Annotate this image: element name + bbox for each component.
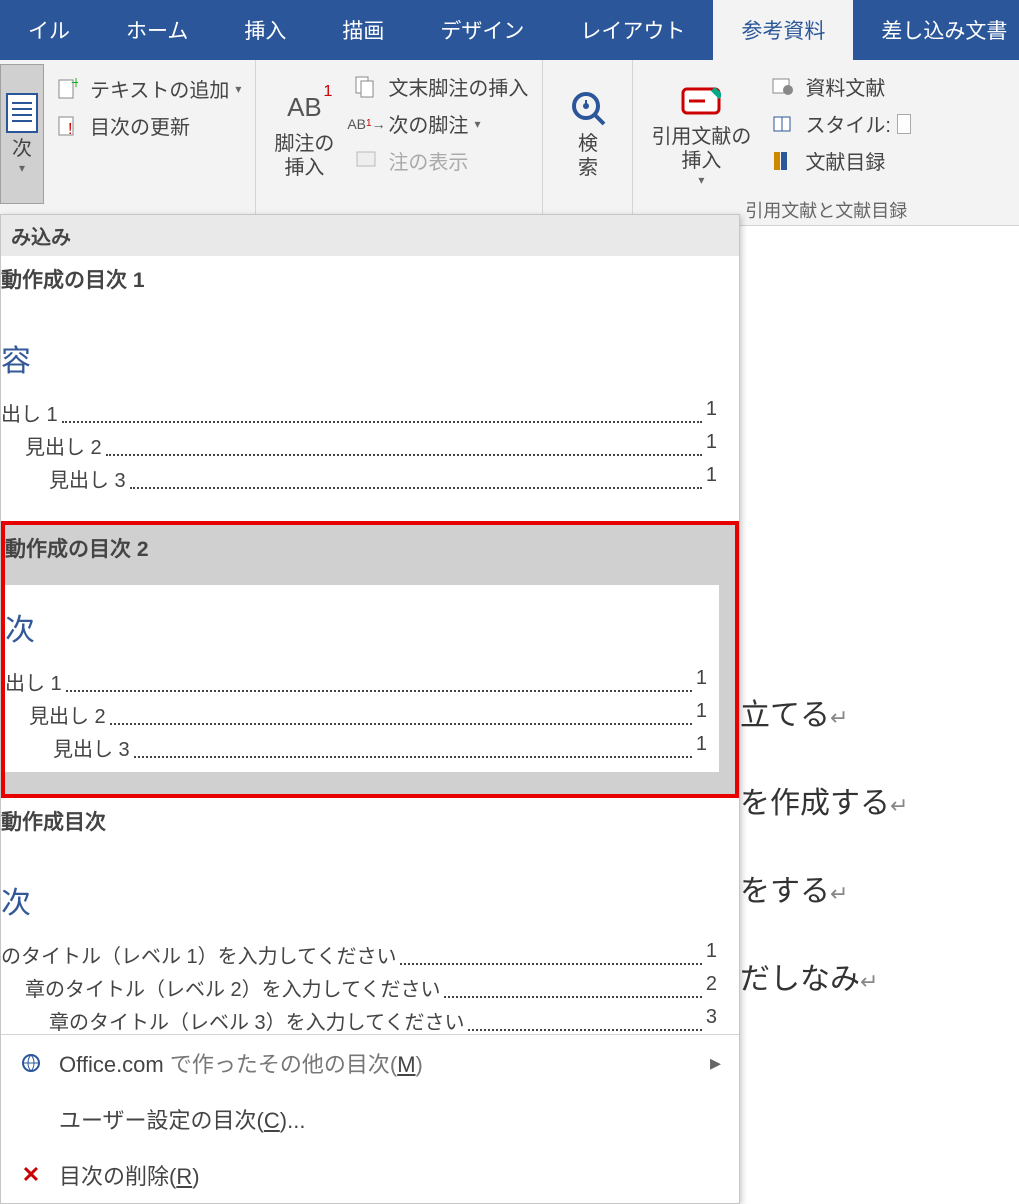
return-mark-icon: ↵ — [860, 969, 878, 994]
toc-preview-row: 章のタイトル（レベル 2）を入力してください2 — [1, 973, 717, 1002]
manage-sources-label: 資料文献 — [805, 72, 885, 101]
gallery-item-title: 動作成の目次 1 — [1, 264, 729, 294]
menu-custom-toc[interactable]: ユーザー設定の目次(C)... — [1, 1091, 739, 1147]
tab-layout[interactable]: レイアウト — [552, 0, 713, 60]
style-value-box[interactable] — [897, 114, 911, 134]
show-notes-button: 注の表示 — [348, 142, 534, 179]
doc-line: をする↵ — [740, 866, 1019, 910]
doc-line: を作成する↵ — [740, 778, 1019, 822]
remove-icon: ✕ — [19, 1162, 43, 1188]
insert-citation-button[interactable]: 引用文献の 挿入 ▾ — [641, 64, 761, 204]
insert-endnote-button[interactable]: 文末脚注の挿入 — [348, 68, 534, 105]
manage-sources-icon — [771, 75, 795, 99]
gallery-item-title: 動作成の目次 2 — [5, 533, 725, 563]
gallery-header-builtin: み込み — [1, 215, 739, 256]
tab-home[interactable]: ホーム — [98, 0, 216, 60]
bibliography-icon — [771, 149, 795, 173]
toc-preview-row: 見出し 21 — [1, 431, 717, 460]
group-citations: 引用文献の 挿入 ▾ 資料文献 スタイル: — [633, 60, 1019, 225]
chevron-down-icon: ▾ — [235, 82, 241, 96]
submenu-arrow-icon: ▸ — [710, 1050, 721, 1076]
return-mark-icon: ↵ — [830, 705, 848, 730]
show-notes-label: 注の表示 — [388, 146, 468, 175]
group-research: 検 索 — [543, 60, 633, 225]
next-footnote-button[interactable]: AB1→ 次の脚注 ▾ — [348, 105, 534, 142]
menu-custom-toc-label: ユーザー設定の目次(C)... — [59, 1103, 305, 1135]
gallery-footer-menu: Office.com で作ったその他の目次(M) ▸ ユーザー設定の目次(C).… — [1, 1034, 739, 1203]
research-label: 検 索 — [578, 132, 598, 180]
gallery-item-manual-toc[interactable]: 動作成目次 次 のタイトル（レベル 1）を入力してください1 章のタイトル（レベ… — [1, 798, 739, 1034]
citation-style-button[interactable]: スタイル: — [765, 105, 917, 142]
gallery-item-auto-toc-1[interactable]: 動作成の目次 1 容 出し 11 見出し 21 見出し 31 — [1, 256, 739, 521]
tab-references[interactable]: 参考資料 — [713, 0, 853, 60]
research-button[interactable]: 検 索 — [551, 64, 624, 204]
add-text-button[interactable]: ＋ テキストの追加 ▾ — [50, 70, 247, 107]
return-mark-icon: ↵ — [830, 881, 848, 906]
insert-citation-label: 引用文献の 挿入 — [651, 125, 751, 173]
toc-gallery-dropdown: み込み 動作成の目次 1 容 出し 11 見出し 21 見出し 31 動作成の目… — [0, 214, 740, 1204]
gallery-preview: 次 のタイトル（レベル 1）を入力してください1 章のタイトル（レベル 2）を入… — [1, 858, 729, 1034]
next-footnote-icon: AB1→ — [354, 112, 378, 136]
table-of-contents-button[interactable]: 次 ▾ — [0, 64, 44, 204]
gallery-item-title: 動作成目次 — [1, 806, 729, 836]
insert-footnote-label: 脚注の 挿入 — [274, 132, 334, 180]
chevron-down-icon: ▾ — [19, 161, 25, 175]
bibliography-button[interactable]: 文献目録 — [765, 142, 917, 179]
toc-page-icon — [2, 93, 42, 133]
doc-line: だしなみ↵ — [740, 954, 1019, 998]
preview-heading: 容 — [1, 336, 717, 380]
toc-preview-row: 見出し 31 — [1, 464, 717, 493]
menu-office-more-toc[interactable]: Office.com で作ったその他の目次(M) ▸ — [1, 1035, 739, 1091]
insert-endnote-label: 文末脚注の挿入 — [388, 72, 528, 101]
manage-sources-button[interactable]: 資料文献 — [765, 68, 917, 105]
tab-draw[interactable]: 描画 — [314, 0, 412, 60]
toc-preview-row: 見出し 21 — [5, 700, 707, 729]
bibliography-label: 文献目録 — [805, 146, 885, 175]
tab-file[interactable]: イル — [0, 0, 98, 60]
group-table-of-contents: 次 ▾ ＋ テキストの追加 ▾ ! 目次の更新 — [0, 60, 256, 225]
toc-preview-row: 出し 11 — [5, 667, 707, 696]
show-notes-icon — [354, 149, 378, 173]
toc-preview-row: のタイトル（レベル 1）を入力してください1 — [1, 940, 717, 969]
insert-footnote-button[interactable]: AB1 脚注の 挿入 — [264, 64, 344, 204]
toc-preview-row: 見出し 31 — [5, 733, 707, 762]
update-toc-button[interactable]: ! 目次の更新 — [50, 107, 247, 144]
doc-line: 立てる↵ — [740, 690, 1019, 734]
tab-design[interactable]: デザイン — [412, 0, 552, 60]
svg-text:＋: ＋ — [70, 77, 78, 90]
add-text-label: テキストの追加 — [90, 74, 229, 103]
ribbon-content: 次 ▾ ＋ テキストの追加 ▾ ! 目次の更新 — [0, 60, 1019, 226]
style-book-icon — [771, 112, 795, 136]
next-footnote-label: 次の脚注 — [388, 109, 468, 138]
toc-button-label: 次 — [12, 137, 32, 161]
ribbon-tab-bar: イル ホーム 挿入 描画 デザイン レイアウト 参考資料 差し込み文書 校 — [0, 0, 1019, 60]
tab-mailmerge[interactable]: 差し込み文書 — [853, 0, 1019, 60]
menu-remove-toc-label: 目次の削除(R) — [59, 1159, 200, 1191]
citation-style-label: スタイル: — [805, 109, 891, 138]
toc-preview-row: 出し 11 — [1, 398, 717, 427]
toc-preview-row: 章のタイトル（レベル 3）を入力してください3 — [1, 1006, 717, 1034]
search-icon — [568, 88, 608, 128]
chevron-down-icon: ▾ — [474, 117, 480, 131]
add-text-icon: ＋ — [56, 77, 80, 101]
update-toc-label: 目次の更新 — [90, 111, 190, 140]
gallery-preview: 容 出し 11 見出し 21 見出し 31 — [1, 316, 729, 503]
endnote-icon — [354, 75, 378, 99]
citation-icon — [681, 81, 721, 121]
update-toc-icon: ! — [56, 114, 80, 138]
preview-heading: 次 — [1, 878, 717, 922]
footnote-ab-icon: AB1 — [284, 88, 324, 128]
preview-heading: 次 — [5, 605, 707, 649]
gallery-preview: 次 出し 11 見出し 21 見出し 31 — [5, 585, 719, 772]
tab-insert[interactable]: 挿入 — [216, 0, 314, 60]
svg-text:!: ! — [68, 121, 72, 138]
group-footnotes: AB1 脚注の 挿入 文末脚注の挿入 AB1→ 次の脚注 ▾ — [256, 60, 543, 225]
chevron-down-icon: ▾ — [698, 173, 704, 187]
menu-office-more-label: Office.com で作ったその他の目次(M) — [59, 1047, 423, 1079]
return-mark-icon: ↵ — [890, 793, 908, 818]
gallery-item-auto-toc-2[interactable]: 動作成の目次 2 次 出し 11 見出し 21 見出し 31 — [1, 521, 739, 798]
globe-icon — [19, 1053, 43, 1073]
